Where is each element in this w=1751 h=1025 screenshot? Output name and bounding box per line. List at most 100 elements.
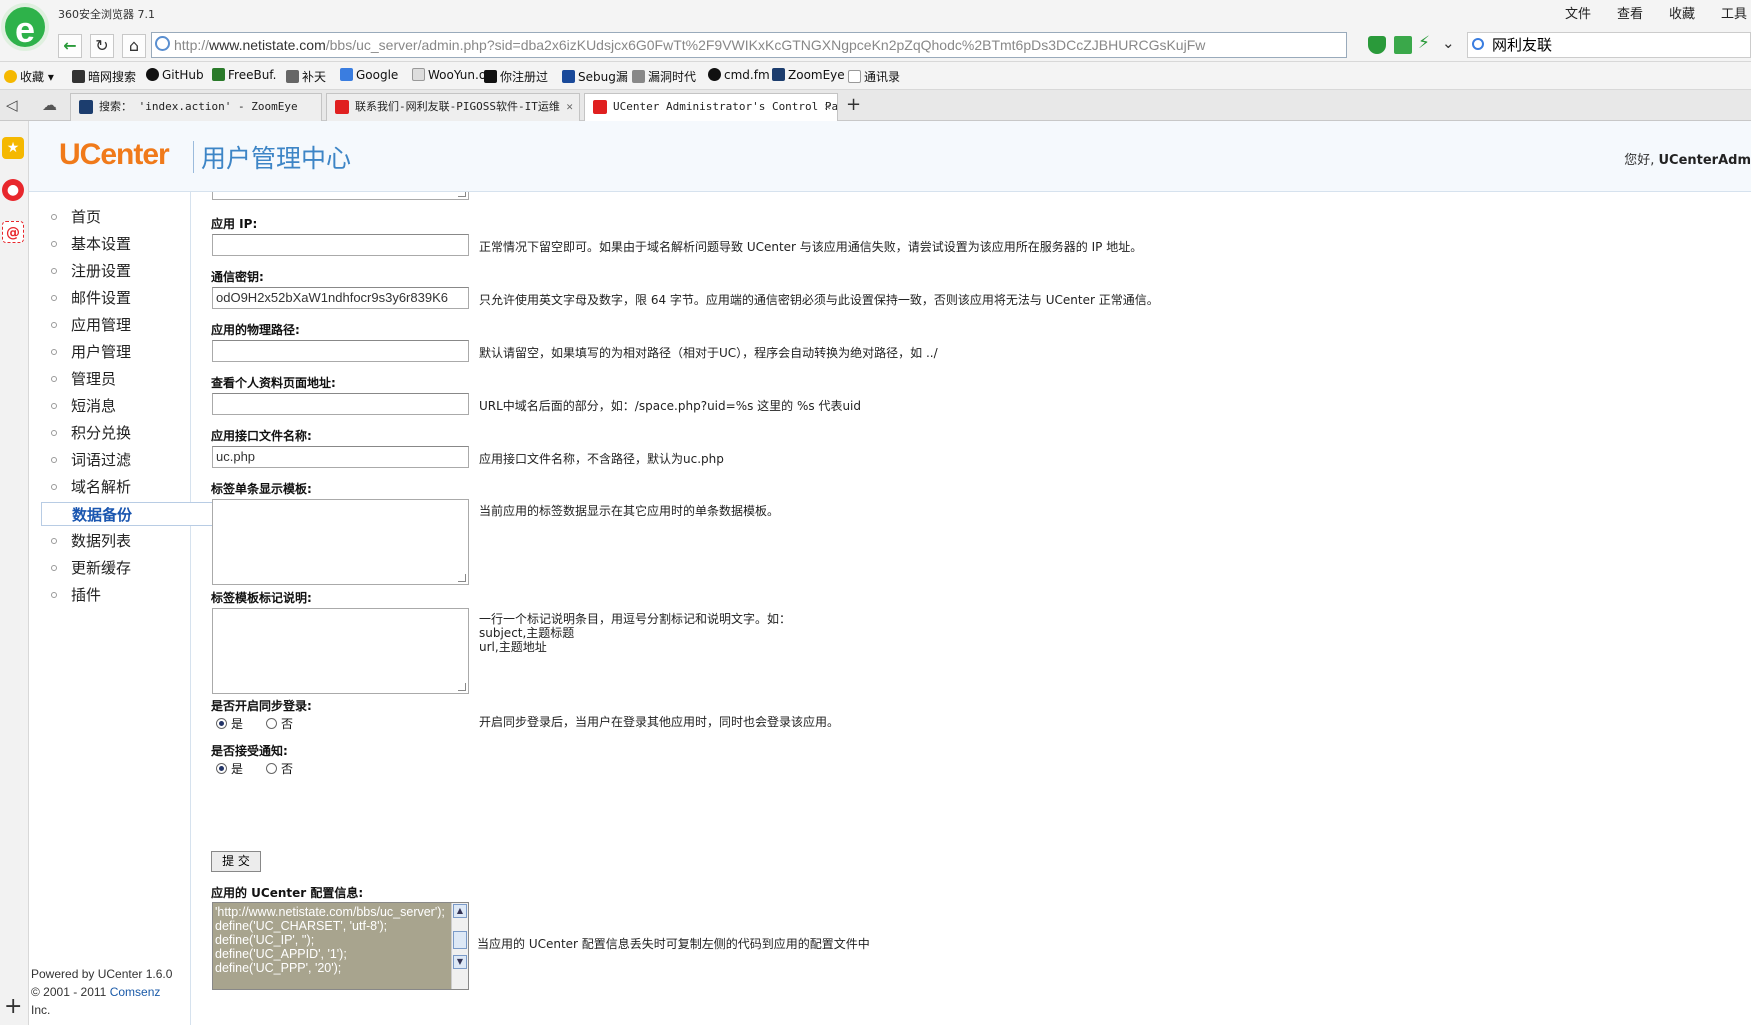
menu-favorites[interactable]: 收藏 <box>1669 3 1695 22</box>
vuln-icon <box>632 70 645 83</box>
scroll-up-icon[interactable]: ▲ <box>453 904 467 918</box>
field-label-receive-notify: 是否接受通知: <box>211 744 288 758</box>
tab-contact[interactable]: 联系我们-网利友联-PIGOSS软件-IT运维 ✕ <box>326 93 580 121</box>
sync-login-no-radio[interactable]: 否 <box>266 715 293 732</box>
physical-path-input[interactable] <box>212 340 469 362</box>
search-input[interactable]: 网利友联 <box>1467 32 1751 58</box>
bookmark-google[interactable]: Google <box>340 68 398 82</box>
comm-key-hint: 只允许使用英文字母及数字，限 64 字节。应用端的通信密钥必须与此设置保持一致，… <box>479 293 1159 307</box>
powered-by: Powered by UCenter 1.6.0 © 2001 - 2011 C… <box>31 965 181 1019</box>
star-icon <box>286 70 299 83</box>
sync-login-yes-radio[interactable]: 是 <box>216 715 243 732</box>
submit-button[interactable]: 提 交 <box>211 851 261 872</box>
sidebar-toggle-icon[interactable]: ◁ <box>6 96 18 114</box>
email-icon[interactable]: @ <box>2 221 24 243</box>
bookmark-zoomeye[interactable]: ZoomEye <box>772 68 845 82</box>
scroll-thumb[interactable] <box>453 931 467 949</box>
github-icon <box>146 68 159 81</box>
bookmark-registered[interactable]: 你注册过 <box>484 68 548 85</box>
weibo-icon[interactable]: ● <box>2 179 24 201</box>
browser-top-menu: 文件 查看 收藏 工具 <box>1565 3 1751 22</box>
url-path: /bbs/uc_server/admin.php?sid=dba2x6izKUd… <box>325 37 1206 53</box>
home-icon[interactable]: ⌂ <box>122 34 146 58</box>
notify-yes-radio[interactable]: 是 <box>216 760 243 777</box>
field-label-physical-path: 应用的物理路径: <box>211 323 300 337</box>
bookmark-wooyun[interactable]: WooYun.o <box>412 68 486 82</box>
menu-view[interactable]: 查看 <box>1617 3 1643 22</box>
new-tab-icon[interactable]: + <box>846 94 861 115</box>
url-protocol: http:// <box>174 37 210 53</box>
api-file-input[interactable]: uc.php <box>212 446 469 468</box>
field-label-comm-key: 通信密钥: <box>211 270 264 284</box>
bookmark-cmdfm[interactable]: cmd.fm <box>708 68 770 82</box>
profile-url-hint: URL中域名后面的部分，如：/space.php?uid=%s 这里的 %s 代… <box>479 399 861 413</box>
close-icon[interactable]: ✕ <box>824 94 831 120</box>
config-scrollbar[interactable]: ▲ ▼ <box>451 903 468 989</box>
tab-zoomeye[interactable]: 搜索： 'index.action' - ZoomEye <box>70 93 322 121</box>
physical-path-hint: 默认请留空，如果填写的为相对路径（相对于UC），程序会自动转换为绝对路径，如 .… <box>479 346 938 360</box>
shield-icon[interactable] <box>1368 36 1386 54</box>
comm-key-input[interactable]: odO9H2x52bXaW1ndhfocr9s3y6r839K6 <box>212 287 469 309</box>
menu-tools[interactable]: 工具 <box>1721 3 1747 22</box>
bookmark-darkweb[interactable]: 暗网搜索 <box>72 68 136 85</box>
url-domain: www.netistate.com <box>209 37 326 53</box>
tag-template-textarea[interactable] <box>212 499 469 585</box>
field-label-sync-login: 是否开启同步登录: <box>211 699 312 713</box>
tab-icon <box>593 100 607 114</box>
sync-login-hint: 开启同步登录后，当用户在登录其他应用时，同时也会登录该应用。 <box>479 715 840 729</box>
close-icon[interactable]: ✕ <box>566 94 573 120</box>
back-arrow-icon[interactable]: ← <box>58 34 82 58</box>
scroll-down-icon[interactable]: ▼ <box>453 955 467 969</box>
brand-logo: UCenter <box>59 138 170 171</box>
company-suffix: Inc. <box>31 1003 51 1017</box>
chevron-down-icon[interactable]: ⌄ <box>1442 34 1455 52</box>
cmd-icon <box>708 68 721 81</box>
username[interactable]: UCenterAdm <box>1658 153 1751 168</box>
notify-no-radio[interactable]: 否 <box>266 760 293 777</box>
bookmark-contacts[interactable]: 通讯录 <box>848 68 900 85</box>
bookmark-sebug[interactable]: Sebug漏 <box>562 68 628 85</box>
field-label-tag-template: 标签单条显示模板: <box>211 482 312 496</box>
field-label-tag-desc: 标签模板标记说明: <box>211 591 312 605</box>
bookmark-freebuf[interactable]: FreeBuf. <box>212 68 276 82</box>
app-edit-form: 应用 IP: 正常情况下留空即可。如果由于域名解析问题导致 UCenter 与该… <box>192 192 1751 1025</box>
powered-version: Powered by UCenter 1.6.0 <box>31 967 173 981</box>
favorite-star-icon[interactable]: ★ <box>2 137 24 159</box>
user-greeting: 您好, UCenterAdm <box>1624 153 1751 168</box>
tab-icon <box>335 100 349 114</box>
browser-app-name: 360安全浏览器 7.1 <box>58 8 155 21</box>
bookmark-favorites[interactable]: 收藏 ▾ <box>4 68 54 85</box>
menu-file[interactable]: 文件 <box>1565 3 1591 22</box>
bookmarks-bar: 收藏 ▾ 暗网搜索 GitHub FreeBuf. 补天 Google WooY… <box>0 62 1751 90</box>
address-bar[interactable]: http://www.netistate.com/bbs/uc_server/a… <box>151 32 1347 58</box>
brand-divider <box>193 141 194 173</box>
bookmark-butian[interactable]: 补天 <box>286 68 326 85</box>
globe-icon <box>155 36 170 51</box>
lightning-icon[interactable]: ⚡ <box>1418 33 1430 53</box>
google-icon <box>340 68 353 81</box>
field-label-config: 应用的 UCenter 配置信息: <box>211 886 364 900</box>
page-icon <box>848 70 861 83</box>
config-textarea[interactable]: 'http://www.netistate.com/bbs/uc_server'… <box>212 902 469 990</box>
app-ip-input[interactable] <box>212 234 469 256</box>
profile-url-input[interactable] <box>212 393 469 415</box>
browser-nav-bar: ← ↻ ⌂ http://www.netistate.com/bbs/uc_se… <box>0 30 1751 62</box>
tab-ucenter[interactable]: UCenter Administrator's Control Pa ✕ <box>584 93 838 122</box>
sebug-icon <box>562 70 575 83</box>
bookmark-loudong[interactable]: 漏洞时代 <box>632 68 696 85</box>
bookmark-github[interactable]: GitHub <box>146 68 204 82</box>
field-label-api-file: 应用接口文件名称: <box>211 429 312 443</box>
bookmark-icon <box>72 70 85 83</box>
qrcode-icon[interactable] <box>1394 36 1412 54</box>
tag-template-hint: 当前应用的标签数据显示在其它应用时的单条数据模板。 <box>479 504 780 518</box>
field-label-profile-url: 查看个人资料页面地址: <box>211 376 336 390</box>
textarea-previous[interactable] <box>212 192 469 200</box>
admin-sidebar: 首页 基本设置 注册设置 邮件设置 应用管理 用户管理 管理员 短消息 积分兑换… <box>29 192 221 1025</box>
add-icon[interactable]: + <box>4 994 22 1019</box>
comsenz-link[interactable]: Comsenz <box>110 985 161 999</box>
cloud-icon[interactable]: ☁ <box>42 96 57 114</box>
tag-desc-textarea[interactable] <box>212 608 469 694</box>
tab-icon <box>79 100 93 114</box>
page-icon <box>412 68 425 81</box>
refresh-icon[interactable]: ↻ <box>90 34 114 58</box>
